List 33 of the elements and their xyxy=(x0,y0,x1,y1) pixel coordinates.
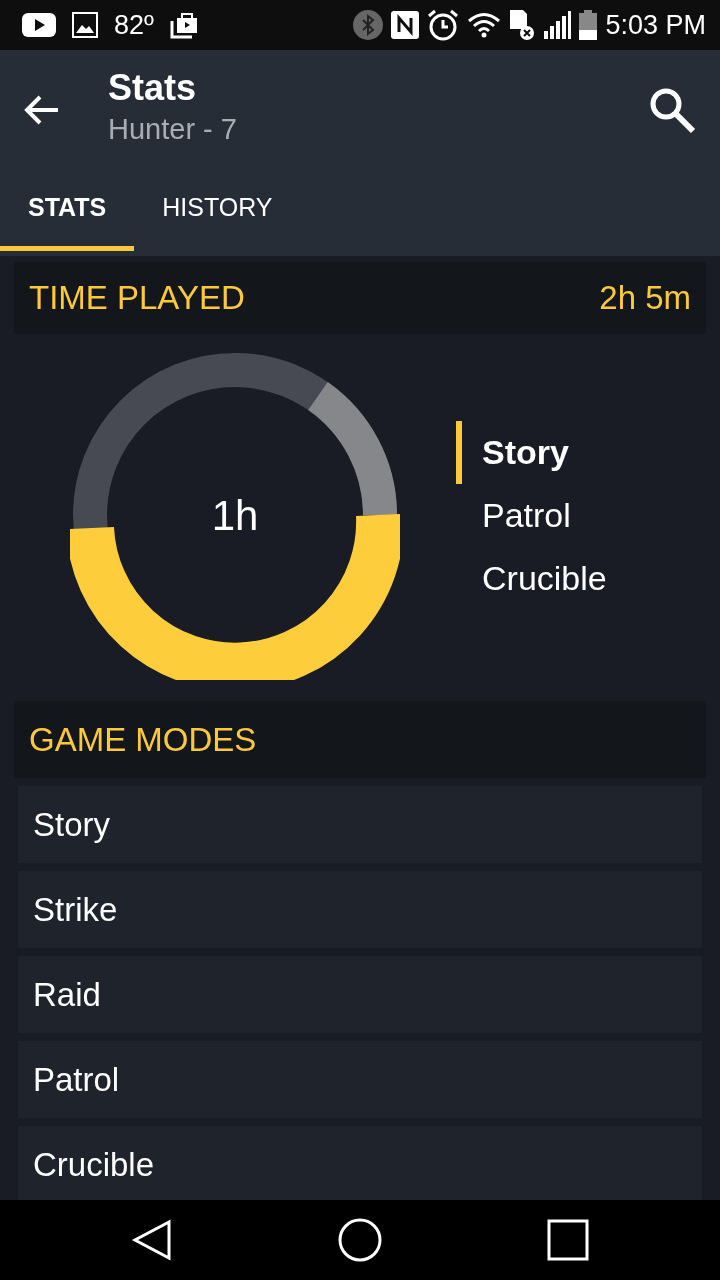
game-mode-row[interactable]: Strike xyxy=(18,871,702,948)
nfc-icon xyxy=(391,11,420,39)
signal-icon xyxy=(543,11,572,39)
home-nav-icon[interactable] xyxy=(338,1218,382,1262)
game-mode-row[interactable]: Story xyxy=(18,786,702,863)
section-heading: GAME MODES xyxy=(29,719,257,760)
temperature-text: 82º xyxy=(114,8,154,42)
alarm-clock-icon xyxy=(427,9,460,41)
legend-item[interactable]: Crucible xyxy=(456,546,607,610)
video-app-icon xyxy=(22,13,56,37)
search-icon[interactable] xyxy=(648,86,696,134)
legend-item[interactable]: Patrol xyxy=(456,483,607,547)
back-arrow-icon[interactable] xyxy=(24,94,60,126)
tab[interactable]: HISTORY xyxy=(134,170,301,251)
legend-item[interactable]: Story xyxy=(456,420,607,484)
game-mode-row[interactable]: Raid xyxy=(18,956,702,1033)
wifi-icon xyxy=(467,12,502,38)
shopping-bag-icon xyxy=(169,11,198,39)
total-time-text: 2h 5m xyxy=(599,278,691,319)
recents-nav-icon[interactable] xyxy=(547,1219,590,1261)
screen-subtitle: Hunter - 7 xyxy=(108,112,238,148)
section-heading: TIME PLAYED xyxy=(29,278,245,319)
clock-text: 5:03 PM xyxy=(605,8,706,42)
game-mode-row[interactable]: Crucible xyxy=(18,1126,702,1203)
screen-title: Stats xyxy=(108,68,198,109)
bluetooth-icon xyxy=(353,10,384,40)
donut-center-label: 1h xyxy=(211,490,259,541)
image-icon xyxy=(72,12,98,38)
sd-card-icon xyxy=(509,9,536,41)
tab[interactable]: STATS xyxy=(0,170,135,251)
game-mode-row[interactable]: Patrol xyxy=(18,1041,702,1118)
battery-icon xyxy=(579,10,598,40)
back-nav-icon[interactable] xyxy=(130,1219,173,1261)
